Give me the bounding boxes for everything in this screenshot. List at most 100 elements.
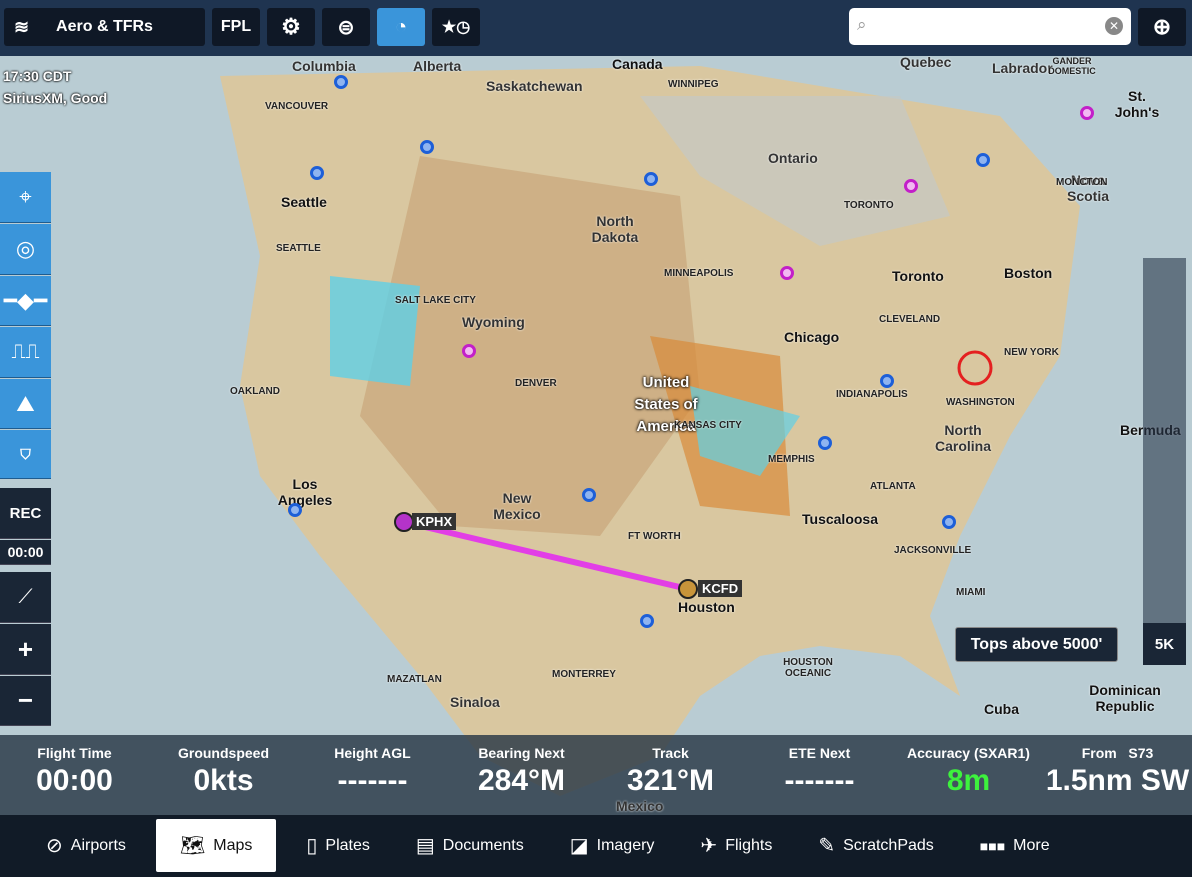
map-label: Cuba: [984, 701, 1019, 717]
locate-button[interactable]: ⊕: [1138, 8, 1186, 46]
instrument-label: Bearing Next: [478, 745, 565, 761]
map-label: TORONTO: [844, 200, 894, 211]
instrument-from[interactable]: From S73 1.5nm SW: [1043, 735, 1192, 815]
map-label: HOUSTON OCEANIC: [783, 657, 833, 679]
terrain-button[interactable]: ⛰: [0, 379, 51, 429]
map-view[interactable]: Columbia Alberta Saskatchewan Canada Que…: [0, 56, 1192, 816]
more-icon: ■■■: [979, 837, 1006, 854]
documents-icon: ▤: [415, 835, 435, 857]
instrument-panel[interactable]: Flight Time 00:00 Groundspeed 0kts Height …: [0, 735, 1192, 815]
map-label: OAKLAND: [230, 386, 280, 397]
center-location-button[interactable]: ⌖: [0, 172, 51, 223]
tab-label: More: [1013, 836, 1050, 854]
tab-more[interactable]: ■■■ More: [964, 819, 1066, 872]
search-field[interactable]: ⌕ ✕: [849, 8, 1131, 45]
airport-marker[interactable]: [1080, 106, 1094, 120]
instrument-bearing-next[interactable]: Bearing Next 284°M: [447, 735, 596, 815]
track-up-button[interactable]: ◎: [0, 224, 51, 275]
instrument-accuracy[interactable]: Accuracy (SXAR1) 8m: [894, 735, 1043, 815]
airport-marker[interactable]: [780, 266, 794, 280]
rec-time: 00:00: [7, 544, 44, 560]
airport-marker[interactable]: [310, 166, 324, 180]
layers-label: Aero & TFRs: [56, 18, 153, 35]
crosshair-icon: ⌖: [19, 184, 32, 209]
tab-maps[interactable]: 🗺 Maps: [155, 819, 277, 872]
instrument-label: Height AGL: [334, 745, 411, 761]
profile-view-button[interactable]: ⎍⎍: [0, 327, 51, 378]
airport-marker[interactable]: [420, 140, 434, 154]
airport-marker[interactable]: [976, 153, 990, 167]
signal-text: SiriusXM, Good: [3, 90, 108, 106]
airport-marker[interactable]: [288, 503, 302, 517]
record-button[interactable]: REC: [0, 488, 51, 539]
tab-label: Flights: [725, 836, 773, 854]
instruments-button[interactable]: ◔: [377, 8, 425, 46]
airport-marker[interactable]: [644, 172, 658, 186]
airport-marker[interactable]: [462, 344, 476, 358]
airport-marker[interactable]: [818, 436, 832, 450]
instrument-height-agl[interactable]: Height AGL -------: [298, 735, 447, 815]
airport-marker[interactable]: [880, 374, 894, 388]
profile-button[interactable]: ━◆━: [0, 276, 51, 326]
airport-marker[interactable]: [942, 515, 956, 529]
tab-label: Plates: [325, 836, 370, 854]
tab-flights[interactable]: ✈ Flights: [684, 819, 788, 872]
altitude-slider[interactable]: [1143, 258, 1186, 624]
route-origin-label[interactable]: KPHX: [412, 513, 457, 530]
settings-button[interactable]: ⚙: [267, 8, 315, 46]
fpl-button[interactable]: FPL: [212, 8, 260, 46]
airport-marker[interactable]: [334, 75, 348, 89]
airport-marker[interactable]: [640, 614, 654, 628]
gauge-icon: ◔: [394, 15, 408, 38]
tab-documents[interactable]: ▤ Documents: [400, 819, 540, 872]
instrument-ete-next[interactable]: ETE Next -------: [745, 735, 894, 815]
zoom-out-button[interactable]: −: [0, 676, 51, 726]
destination-marker: [678, 579, 698, 599]
zoom-in-button[interactable]: +: [0, 624, 51, 675]
map-label: JACKSONVILLE: [894, 545, 972, 556]
map-label: Dominican Republic: [1089, 682, 1161, 714]
tops-tooltip: Tops above 5000': [955, 627, 1118, 662]
plates-icon: ▯: [306, 835, 318, 857]
highway-button[interactable]: ⛉: [0, 430, 51, 479]
tab-plates[interactable]: ▯ Plates: [290, 819, 385, 872]
crosshair-icon: ⊕: [1152, 14, 1172, 39]
map-label: Seattle: [281, 194, 327, 210]
map-label: Boston: [1004, 265, 1053, 281]
overlay-button[interactable]: ⊜: [322, 8, 370, 46]
map-label: VANCOUVER: [265, 101, 329, 112]
map-label: Quebec: [900, 56, 952, 70]
instrument-groundspeed[interactable]: Groundspeed 0kts: [149, 735, 298, 815]
compass-icon: ◎: [15, 236, 36, 261]
instrument-label: ETE Next: [788, 745, 851, 761]
altitude-handle[interactable]: 5K: [1143, 623, 1186, 665]
airport-marker[interactable]: [582, 488, 596, 502]
map-icon: 🗺: [179, 835, 206, 857]
highway-shield-icon: ⛉: [20, 445, 31, 462]
map-label: WASHINGTON: [946, 397, 1015, 408]
map-label: WINNIPEG: [668, 79, 719, 90]
airport-marker[interactable]: [904, 179, 918, 193]
map-label: MONCTON: [1056, 177, 1108, 188]
layers-button[interactable]: ≋ Aero & TFRs: [4, 8, 205, 46]
instrument-value: 1.5nm SW: [1045, 764, 1190, 797]
map-label: Sinaloa: [450, 694, 500, 710]
square-wave-icon: ⎍⎍: [11, 340, 40, 363]
favorites-recents-button[interactable]: ★◷: [432, 8, 480, 46]
instrument-label: Track: [652, 745, 689, 761]
map-label: CLEVELAND: [879, 314, 941, 325]
map-label: Ontario: [768, 150, 818, 166]
search-input[interactable]: [881, 14, 1096, 38]
tab-imagery[interactable]: ◪ Imagery: [554, 819, 671, 872]
fpl-label: FPL: [220, 18, 252, 35]
route-destination-label[interactable]: KCFD: [698, 580, 743, 597]
instrument-value: 8m: [946, 764, 991, 797]
tab-airports[interactable]: ⊘ Airports: [30, 819, 142, 872]
map-label: Houston: [678, 599, 735, 615]
route-edit-button[interactable]: ⟋: [0, 572, 51, 623]
instrument-flight-time[interactable]: Flight Time 00:00: [0, 735, 149, 815]
tab-scratchpads[interactable]: ✎ ScratchPads: [802, 819, 949, 872]
clear-icon[interactable]: ✕: [1105, 17, 1123, 35]
record-timer: 00:00: [0, 540, 51, 565]
tab-label: Documents: [442, 836, 524, 854]
